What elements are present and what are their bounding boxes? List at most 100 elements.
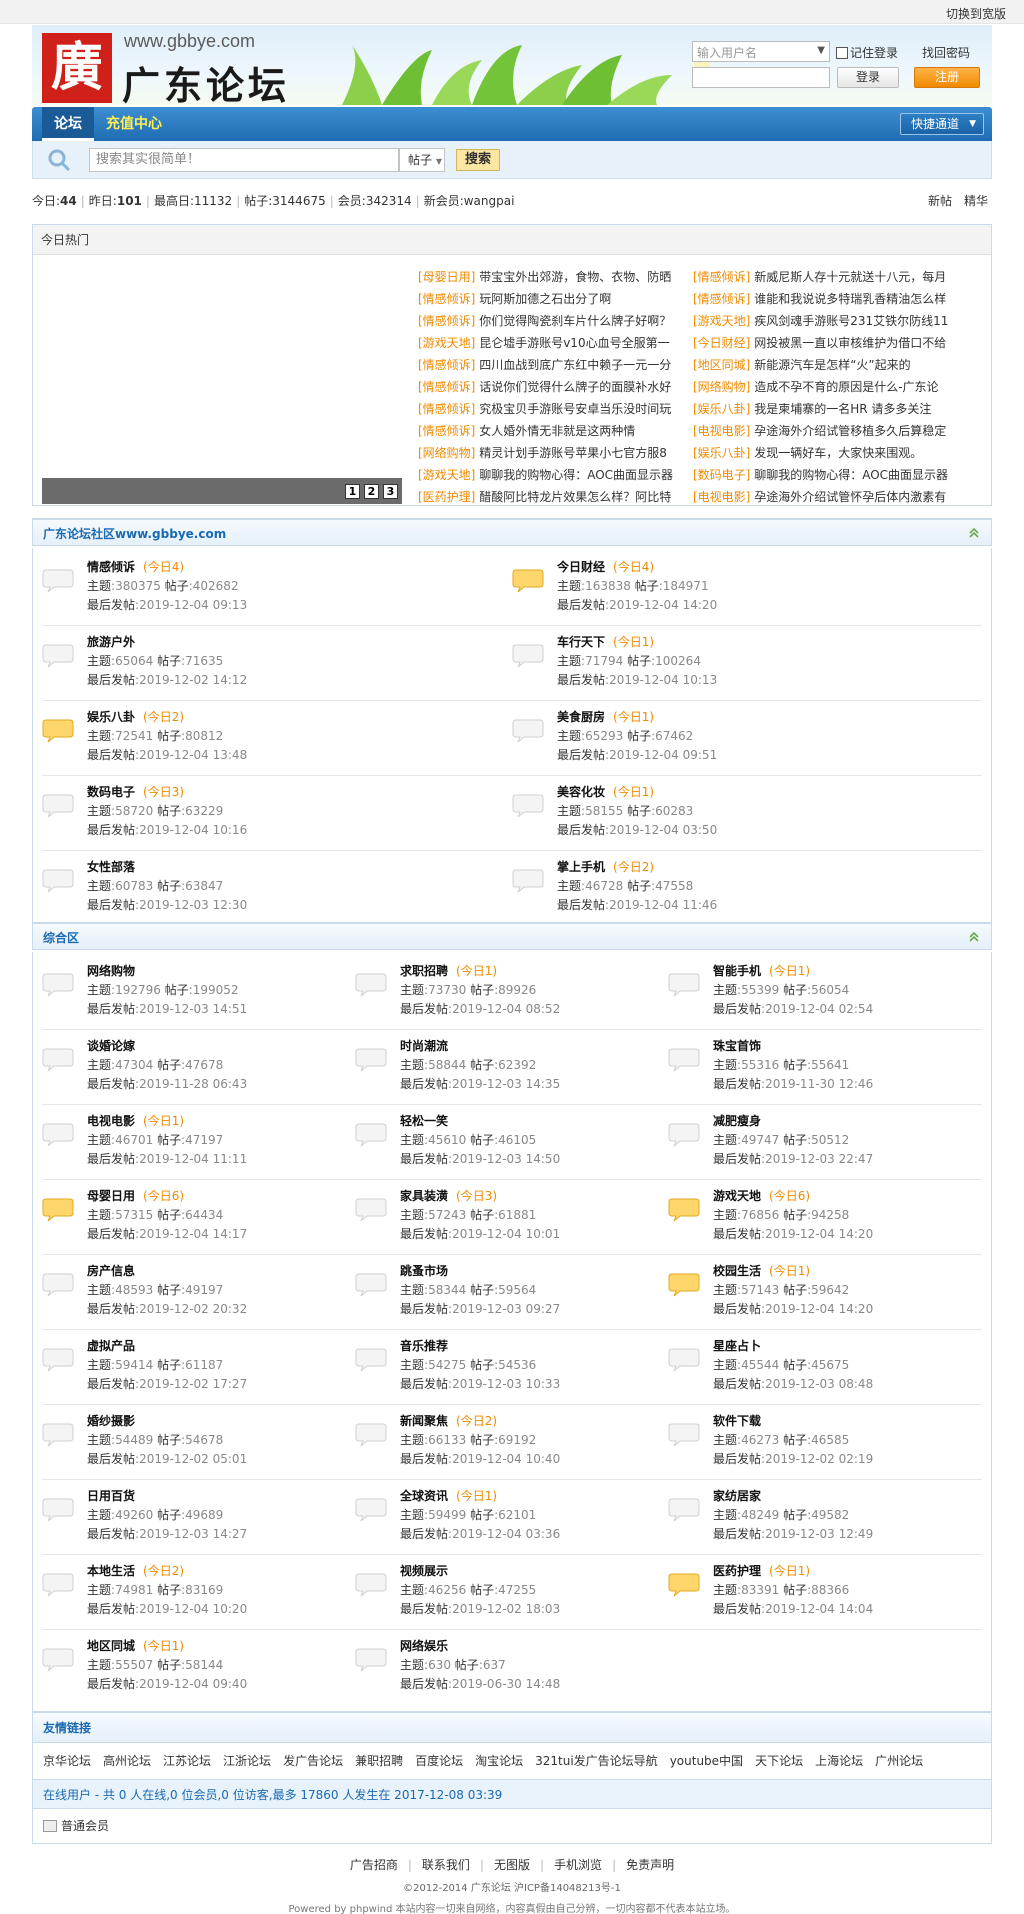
hot-topic-item[interactable]: [情感倾诉] 究极宝贝手游账号安卓当乐没时间玩	[418, 398, 693, 420]
forum-name-link[interactable]: 虚拟产品	[87, 1339, 135, 1353]
password-input[interactable]	[692, 67, 830, 88]
forum-name-link[interactable]: 今日财经	[557, 560, 605, 574]
forum-name-link[interactable]: 智能手机	[713, 964, 761, 978]
forum-entry[interactable]: 旅游户外 主题:65064 帖子:71635 最后发帖:2019-12-02 14:…	[42, 631, 502, 705]
hot-topic-item[interactable]: [医药护理] 醋酸阿比特龙片效果怎么样？阿比特	[418, 486, 693, 508]
switch-wide-link[interactable]: 切换到宽版	[946, 5, 1006, 22]
hot-topic-category[interactable]: [情感倾诉]	[693, 292, 750, 306]
forum-name[interactable]: 房产信息	[87, 1262, 135, 1279]
forum-name-link[interactable]: 母婴日用	[87, 1189, 135, 1203]
hot-topic-category[interactable]: [电视电影]	[693, 490, 750, 504]
hot-topic-title[interactable]: 聊聊我的购物心得：AOC曲面显示器	[479, 468, 673, 482]
forum-name-link[interactable]: 网络娱乐	[400, 1639, 448, 1653]
forum-name[interactable]: 星座占卜	[713, 1337, 761, 1354]
forum-name[interactable]: 地区同城 (今日1)	[87, 1637, 184, 1654]
forum-name[interactable]: 本地生活 (今日2)	[87, 1562, 184, 1579]
hot-topic-title[interactable]: 玩阿斯加德之石出分了啊	[479, 292, 611, 306]
forum-name[interactable]: 婚纱摄影	[87, 1412, 135, 1429]
forum-name[interactable]: 求职招聘 (今日1)	[400, 962, 497, 979]
hot-topic-item[interactable]: [数码电子] 聊聊我的购物心得：AOC曲面显示器	[693, 464, 968, 486]
friend-link[interactable]: 兼职招聘	[355, 1754, 403, 1768]
forum-name-link[interactable]: 美食厨房	[557, 710, 605, 724]
forum-name[interactable]: 日用百货	[87, 1487, 135, 1504]
friend-link[interactable]: 淘宝论坛	[475, 1754, 523, 1768]
forum-name[interactable]: 情感倾诉 (今日4)	[87, 558, 184, 575]
forum-name-link[interactable]: 家具装潢	[400, 1189, 448, 1203]
forum-entry[interactable]: 校园生活 (今日1) 主题:57143 帖子:59642 最后发帖:2019-12-0…	[668, 1260, 971, 1334]
forum-name[interactable]: 谈婚论嫁	[87, 1037, 135, 1054]
forum-name-link[interactable]: 轻松一笑	[400, 1114, 448, 1128]
hot-topic-title[interactable]: 四川血战到底广东红中赖子一元一分	[479, 358, 671, 372]
hot-topic-category[interactable]: [情感倾诉]	[418, 424, 475, 438]
hot-topic-category[interactable]: [情感倾诉]	[418, 380, 475, 394]
forum-name-link[interactable]: 网络购物	[87, 964, 135, 978]
forum-name[interactable]: 全球资讯 (今日1)	[400, 1487, 497, 1504]
forum-name-link[interactable]: 视频展示	[400, 1564, 448, 1578]
forum-name-link[interactable]: 女性部落	[87, 860, 135, 874]
forum-name-link[interactable]: 地区同城	[87, 1639, 135, 1653]
forum-name-link[interactable]: 车行天下	[557, 635, 605, 649]
forum-entry[interactable]: 谈婚论嫁 主题:47304 帖子:47678 最后发帖:2019-11-28 06:…	[42, 1035, 345, 1109]
hot-topic-category[interactable]: [电视电影]	[693, 424, 750, 438]
hot-topic-title[interactable]: 聊聊我的购物心得：AOC曲面显示器	[754, 468, 948, 482]
online-users[interactable]: 在线用户 - 共 0 人在线,0 位会员,0 位访客,最多 17860 人发生在…	[33, 1779, 991, 1809]
section-general-header[interactable]: 综合区	[32, 922, 992, 950]
hot-topic-title[interactable]: 话说你们觉得什么牌子的面膜补水好	[479, 380, 671, 394]
hot-topic-title[interactable]: 发现一辆好车，大家快来围观。	[754, 446, 922, 460]
hot-topic-category[interactable]: [情感倾诉]	[418, 292, 475, 306]
hot-topic-category[interactable]: [情感倾诉]	[418, 402, 475, 416]
tab-forum[interactable]: 论坛	[42, 107, 94, 141]
hot-topic-title[interactable]: 网投被黑一直以审核维护为借口不给	[754, 336, 946, 350]
forum-name[interactable]: 母婴日用 (今日6)	[87, 1187, 184, 1204]
forum-entry[interactable]: 星座占卜 主题:45544 帖子:45675 最后发帖:2019-12-03 08:…	[668, 1335, 971, 1409]
forum-entry[interactable]: 今日财经 (今日4) 主题:163838 帖子:184971 最后发帖:2019-12…	[512, 556, 972, 630]
forum-entry[interactable]: 网络娱乐 主题:630 帖子:637 最后发帖:2019-06-30 14:48	[355, 1635, 658, 1709]
hot-topic-item[interactable]: [游戏天地] 聊聊我的购物心得：AOC曲面显示器	[418, 464, 693, 486]
hot-topic-item[interactable]: [情感倾诉] 女人婚外情无非就是这两种情	[418, 420, 693, 442]
forum-name[interactable]: 虚拟产品	[87, 1337, 135, 1354]
forum-name-link[interactable]: 游戏天地	[713, 1189, 761, 1203]
footer-link[interactable]: 无图版	[494, 1858, 530, 1872]
forum-entry[interactable]: 婚纱摄影 主题:54489 帖子:54678 最后发帖:2019-12-02 05:…	[42, 1410, 345, 1484]
forum-name-link[interactable]: 医药护理	[713, 1564, 761, 1578]
hot-topic-category[interactable]: [网络购物]	[693, 380, 750, 394]
forum-name-link[interactable]: 掌上手机	[557, 860, 605, 874]
hot-topic-item[interactable]: [今日财经] 网投被黑一直以审核维护为借口不给	[693, 332, 968, 354]
forum-entry[interactable]: 家纺居家 主题:48249 帖子:49582 最后发帖:2019-12-03 12:…	[668, 1485, 971, 1559]
hot-topic-category[interactable]: [数码电子]	[693, 468, 750, 482]
friend-link[interactable]: 广州论坛	[875, 1754, 923, 1768]
footer-link[interactable]: 免责声明	[626, 1858, 674, 1872]
forum-name[interactable]: 掌上手机 (今日2)	[557, 858, 654, 875]
hot-topic-item[interactable]: [情感倾诉] 你们觉得陶瓷刹车片什么牌子好啊？	[418, 310, 693, 332]
hot-topic-title[interactable]: 我是柬埔寨的一名HR 请多多关注	[754, 402, 931, 416]
hot-topic-item[interactable]: [娱乐八卦] 我是柬埔寨的一名HR 请多多关注	[693, 398, 968, 420]
forum-name[interactable]: 视频展示	[400, 1562, 448, 1579]
forum-entry[interactable]: 音乐推荐 主题:54275 帖子:54536 最后发帖:2019-12-03 10:…	[355, 1335, 658, 1409]
forum-entry[interactable]: 跳蚤市场 主题:58344 帖子:59564 最后发帖:2019-12-03 09:…	[355, 1260, 658, 1334]
forum-name-link[interactable]: 旅游户外	[87, 635, 135, 649]
forum-name[interactable]: 网络购物	[87, 962, 135, 979]
friend-link[interactable]: 江苏论坛	[163, 1754, 211, 1768]
hot-topic-item[interactable]: [情感倾诉] 新威尼斯人存十元就送十八元，每月	[693, 266, 968, 288]
friend-link[interactable]: 天下论坛	[755, 1754, 803, 1768]
hot-topic-title[interactable]: 造成不孕不育的原因是什么-广东论	[754, 380, 938, 394]
forum-name-link[interactable]: 星座占卜	[713, 1339, 761, 1353]
hot-topic-title[interactable]: 孕途海外介绍试管移植多久后算稳定	[754, 424, 946, 438]
forum-name-link[interactable]: 数码电子	[87, 785, 135, 799]
forum-name[interactable]: 旅游户外	[87, 633, 135, 650]
forum-name-link[interactable]: 美容化妆	[557, 785, 605, 799]
forum-name-link[interactable]: 婚纱摄影	[87, 1414, 135, 1428]
digest-link[interactable]: 精华	[964, 194, 988, 208]
friend-link[interactable]: 上海论坛	[815, 1754, 863, 1768]
register-button[interactable]: 注册	[914, 67, 980, 88]
new-posts-link[interactable]: 新帖	[928, 194, 952, 208]
hot-topic-item[interactable]: [电视电影] 孕途海外介绍试管怀孕后体内激素有	[693, 486, 968, 508]
forum-name[interactable]: 跳蚤市场	[400, 1262, 448, 1279]
forum-entry[interactable]: 数码电子 (今日3) 主题:58720 帖子:63229 最后发帖:2019-12-0…	[42, 781, 502, 855]
hot-topic-item[interactable]: [地区同城] 新能源汽车是怎样“火”起来的	[693, 354, 968, 376]
forum-entry[interactable]: 虚拟产品 主题:59414 帖子:61187 最后发帖:2019-12-02 17:…	[42, 1335, 345, 1409]
footer-link[interactable]: 广告招商	[350, 1858, 398, 1872]
forum-name[interactable]: 医药护理 (今日1)	[713, 1562, 810, 1579]
forum-name[interactable]: 软件下载	[713, 1412, 761, 1429]
collapse-icon[interactable]	[967, 526, 981, 540]
